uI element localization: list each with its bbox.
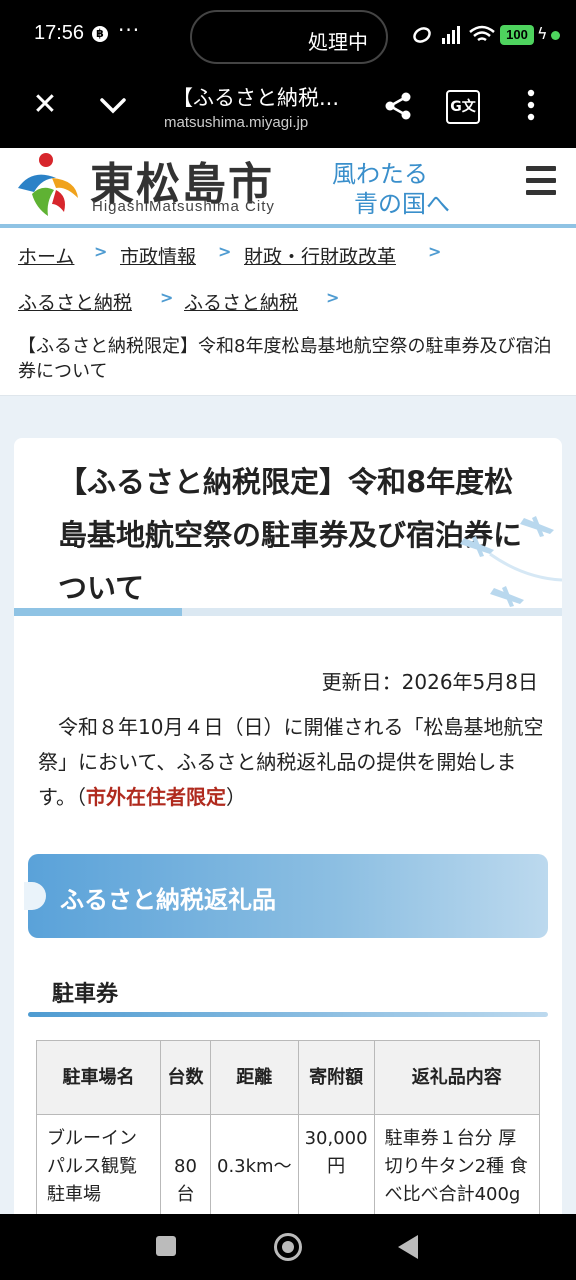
- parking-table: 駐車場名 台数 距離 寄附額 返礼品内容 ブルーインパルス観覧駐車場 80台 0…: [36, 1040, 541, 1220]
- table-row: ブルーインパルス観覧駐車場 80台 0.3km〜 30,000円 駐車券１台分 …: [36, 1114, 541, 1220]
- translate-icon[interactable]: G文: [446, 90, 480, 124]
- chevron-right-icon: >: [326, 288, 340, 307]
- chevron-right-icon: >: [160, 288, 174, 307]
- col-header-count: 台数: [160, 1040, 211, 1115]
- section-heading-text: ふるさと納税返礼品: [60, 886, 276, 914]
- intro-emphasis: 市外在住者限定: [86, 785, 226, 809]
- wifi-icon: [469, 25, 495, 42]
- cell-distance: 0.3km〜: [210, 1114, 299, 1220]
- subsection-heading: 駐車券: [52, 982, 119, 1007]
- battery-icon: 100: [500, 25, 534, 45]
- browser-toolbar: ✕ 【ふるさと納税... matsushima.miyagi.jp G文: [0, 72, 576, 148]
- back-button[interactable]: [398, 1235, 418, 1259]
- close-icon[interactable]: ✕: [30, 90, 60, 120]
- title-underline: [14, 608, 562, 616]
- status-bar: 17:56 ฿ ··· 処理中 100 ϟ: [0, 0, 576, 72]
- chevron-right-icon: >: [218, 242, 232, 261]
- updated-date: 更新日：2026年5月8日: [321, 670, 538, 694]
- subsection-underline: [28, 1012, 548, 1017]
- more-vert-icon[interactable]: [524, 88, 538, 122]
- b-badge-icon: ฿: [92, 26, 108, 42]
- signal-wifi-icons: [413, 25, 495, 44]
- site-header: 東松島市 HigashiMatsushima City 風わたる 青の国へ: [0, 148, 576, 228]
- breadcrumb-current: 【ふるさと納税限定】令和8年度松島基地航空祭の駐車券及び宿泊券について: [18, 336, 552, 382]
- col-header-distance: 距離: [210, 1040, 299, 1115]
- chevron-right-icon: >: [428, 242, 442, 261]
- city-name-en: HigashiMatsushima City: [92, 198, 275, 215]
- breadcrumb-city-info[interactable]: 市政情報: [120, 242, 196, 269]
- breadcrumb-furusato-1[interactable]: ふるさと納税: [18, 288, 132, 315]
- home-button[interactable]: [274, 1233, 302, 1261]
- breadcrumb-furusato-2[interactable]: ふるさと納税: [184, 288, 298, 315]
- col-header-name: 駐車場名: [36, 1040, 161, 1115]
- more-notifications-icon: ···: [118, 18, 141, 42]
- table-header-row: 駐車場名 台数 距離 寄附額 返礼品内容: [36, 1040, 541, 1115]
- cell-content: 駐車券１台分 厚切り牛タン2種 食べ比べ合計400g: [373, 1114, 541, 1220]
- system-nav-bar: [0, 1214, 576, 1280]
- cell-count: 80台: [160, 1114, 211, 1220]
- signal-icon: [442, 26, 460, 44]
- url-text[interactable]: matsushima.miyagi.jp: [164, 114, 308, 131]
- article-card: 【ふるさと納税限定】令和8年度松島基地航空祭の駐車券及び宿泊券について 更新日：…: [14, 438, 562, 1238]
- cell-name: ブルーインパルス観覧駐車場: [36, 1114, 161, 1220]
- recents-button[interactable]: [156, 1236, 176, 1256]
- menu-icon[interactable]: [526, 166, 556, 200]
- notification-dot: [551, 31, 560, 40]
- breadcrumb-home[interactable]: ホーム: [18, 242, 74, 269]
- intro-close: ）: [226, 785, 246, 809]
- link-icon: [413, 27, 431, 43]
- intro-paragraph: 令和８年10月４日（日）に開催される「松島基地航空祭」において、ふるさと納税返礼…: [38, 710, 548, 815]
- breadcrumb: ホーム > 市政情報 > 財政・行財政改革 > ふるさと納税 > ふるさと納税 …: [0, 228, 576, 396]
- col-header-content: 返礼品内容: [373, 1040, 541, 1115]
- jet-planes-icon: [460, 516, 562, 607]
- processing-label: 処理中: [308, 30, 368, 54]
- cell-donation: 30,000円: [297, 1114, 375, 1220]
- chevron-right-icon: >: [94, 242, 108, 261]
- section-heading: ふるさと納税返礼品: [24, 854, 548, 938]
- processing-indicator: 処理中: [190, 10, 388, 64]
- page-title-tab[interactable]: 【ふるさと納税...: [172, 82, 339, 112]
- city-logo-icon[interactable]: [12, 148, 84, 220]
- breadcrumb-finance[interactable]: 財政・行財政改革: [244, 242, 396, 269]
- status-time: 17:56: [34, 22, 85, 44]
- slogan-line-2: 青の国へ: [354, 190, 450, 218]
- col-header-donation: 寄附額: [297, 1040, 375, 1115]
- share-icon[interactable]: [382, 90, 414, 122]
- heading-bullet: [24, 882, 46, 910]
- charging-icon: ϟ: [537, 24, 548, 43]
- chevron-down-icon[interactable]: [96, 88, 130, 122]
